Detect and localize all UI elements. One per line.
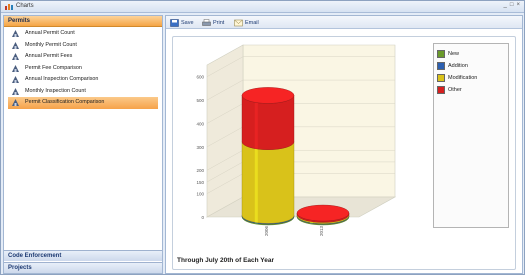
- email-button[interactable]: Email: [234, 18, 259, 27]
- cylinder-top-cap: [241, 87, 295, 104]
- navigation-pane: Permits Annual Permit Count Monthly Perm…: [3, 15, 163, 274]
- save-button[interactable]: Save: [170, 18, 194, 27]
- legend-swatch: [437, 86, 445, 94]
- nav-item-annual-inspection-comparison[interactable]: Annual Inspection Comparison: [4, 74, 162, 86]
- legend-swatch: [437, 50, 445, 58]
- nav-item-label: Monthly Permit Count: [25, 41, 77, 48]
- x-tick-label: 2013: [319, 225, 324, 236]
- save-icon: [170, 18, 179, 27]
- email-icon: [234, 19, 243, 26]
- nav-item-annual-permit-count[interactable]: Annual Permit Count: [4, 28, 162, 40]
- report-icon: [12, 64, 19, 72]
- nav-item-label: Permit Fee Comparison: [25, 64, 82, 71]
- section-code-enforcement[interactable]: Code Enforcement: [4, 250, 162, 261]
- legend-item-other: Other: [437, 85, 462, 95]
- y-tick-label: 500: [196, 98, 204, 103]
- section-projects[interactable]: Projects: [4, 262, 162, 273]
- chart-footnote: Through July 20th of Each Year: [177, 257, 275, 264]
- chart-app-icon: [5, 4, 13, 10]
- cylinder-segment-modification: [241, 141, 295, 224]
- y-tick-label: 400: [196, 121, 204, 126]
- window-title: Charts: [16, 3, 34, 9]
- nav-item-monthly-inspection-count[interactable]: Monthly Inspection Count: [4, 86, 162, 98]
- chart-pane: Save Print Email 0 100 150 200 300 400 500 600 2…: [165, 15, 523, 274]
- print-label: Print: [213, 19, 225, 26]
- close-button[interactable]: ×: [516, 2, 520, 8]
- save-label: Save: [181, 19, 194, 26]
- x-tick-label: 2006: [264, 225, 269, 236]
- report-list: Annual Permit Count Monthly Permit Count…: [4, 28, 162, 109]
- printer-icon: [202, 18, 211, 26]
- maximize-button[interactable]: □: [510, 2, 514, 8]
- report-icon: [12, 99, 19, 106]
- y-tick-label: 150: [196, 180, 204, 185]
- y-tick-label: 300: [196, 145, 204, 150]
- legend-label: Modification: [448, 75, 478, 81]
- title-bar[interactable]: Charts _ □ ×: [1, 1, 524, 13]
- legend-swatch: [437, 74, 445, 82]
- report-icon: [12, 87, 19, 95]
- nav-item-permit-fee-comparison[interactable]: Permit Fee Comparison: [4, 63, 162, 75]
- charts-window: Charts _ □ × Permits Annual Permit Count…: [0, 0, 525, 275]
- y-tick-label: 200: [196, 168, 204, 173]
- chart-panel: 0 100 150 200 300 400 500 600 2006 2013 New Addit…: [172, 36, 516, 270]
- minimize-button[interactable]: _: [504, 2, 507, 8]
- nav-item-label: Annual Permit Fees: [25, 53, 73, 59]
- nav-item-permit-classification-comparison[interactable]: Permit Classification Comparison: [8, 97, 158, 109]
- y-tick-label: 100: [196, 192, 204, 197]
- legend-swatch: [437, 62, 445, 70]
- report-icon: [12, 53, 19, 60]
- report-icon: [12, 76, 19, 83]
- legend-label: New: [448, 51, 460, 57]
- nav-item-label: Permit Classification Comparison: [25, 99, 105, 105]
- chart-legend: New Addition Modification Other: [433, 43, 509, 228]
- nav-item-label: Monthly Inspection Count: [25, 87, 86, 94]
- print-button[interactable]: Print: [202, 18, 224, 27]
- legend-label: Other: [448, 87, 462, 93]
- cylinder-top-cap: [296, 204, 350, 222]
- legend-item-new: New: [437, 49, 459, 59]
- nav-item-monthly-permit-count[interactable]: Monthly Permit Count: [4, 40, 162, 52]
- nav-item-label: Annual Inspection Comparison: [25, 76, 99, 82]
- legend-label: Addition: [448, 63, 468, 69]
- report-icon: [12, 41, 19, 49]
- nav-item-annual-permit-fees[interactable]: Annual Permit Fees: [4, 51, 162, 63]
- report-icon: [12, 30, 19, 37]
- legend-item-addition: Addition: [437, 61, 468, 71]
- email-label: Email: [245, 19, 259, 26]
- chart-side-wall: [206, 44, 244, 218]
- y-tick-label: 600: [196, 75, 204, 80]
- legend-item-modification: Modification: [437, 73, 477, 83]
- chart-toolbar: Save Print Email: [166, 16, 522, 29]
- section-permits[interactable]: Permits: [4, 16, 162, 27]
- y-tick-label: 0: [201, 215, 204, 220]
- nav-item-label: Annual Permit Count: [25, 30, 75, 36]
